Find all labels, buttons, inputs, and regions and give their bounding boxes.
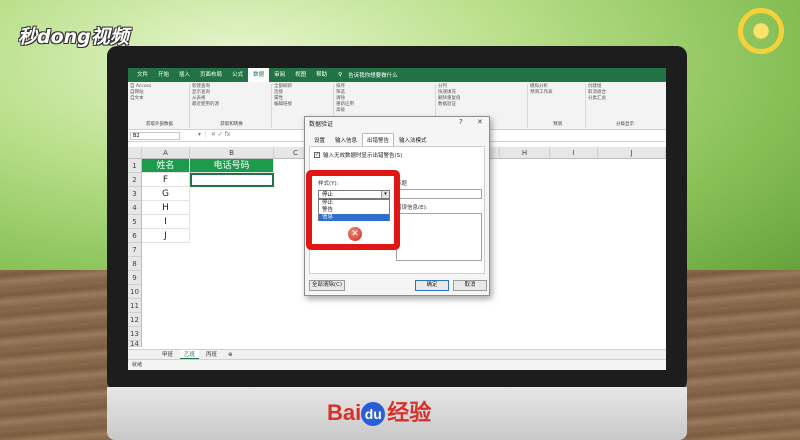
baidu-jingyan-logo: Bai du 经验 <box>327 395 477 431</box>
status-text: 就绪 <box>132 362 143 368</box>
baidu-paw-icon: du <box>361 402 386 427</box>
help-icon[interactable]: ? <box>459 118 463 126</box>
column-header-h[interactable]: H <box>500 147 550 159</box>
show-error-alert-row[interactable]: ✓ 输入无效数据时显示出错警告(S) <box>314 151 402 159</box>
sheet-tab-bar: 甲班 乙班 丙班 ⊕ <box>128 349 666 360</box>
tab-view[interactable]: 视图 <box>290 68 311 82</box>
group-label: 获取外部数据 <box>146 122 173 127</box>
ribbon-item-advanced[interactable]: 高级 <box>336 108 435 114</box>
row-header-13[interactable]: 13 <box>128 327 142 341</box>
group-get-transform: 新建查询 显示查询 从表格 最近使用的源 获取和转换 <box>192 84 272 128</box>
group-label: 获取和转换 <box>220 122 243 127</box>
row-header-2[interactable]: 2 <box>128 173 142 187</box>
column-header-i[interactable]: I <box>550 147 598 159</box>
video-logo: 秒dong视频 <box>18 26 129 48</box>
cell-a2[interactable]: F <box>142 173 190 187</box>
row-header-11[interactable]: 11 <box>128 299 142 313</box>
column-header-a[interactable]: A <box>142 147 190 159</box>
row-header-4[interactable]: 4 <box>128 201 142 215</box>
ribbon-item-forecast-sheet[interactable]: 预测工作表 <box>530 90 585 96</box>
tab-help[interactable]: 帮助 <box>311 68 332 82</box>
name-box[interactable]: B2 <box>130 132 180 140</box>
tab-page-layout[interactable]: 页面布局 <box>195 68 227 82</box>
show-error-alert-label: 输入无效数据时显示出错警告(S) <box>323 153 403 159</box>
row-header-12[interactable]: 12 <box>128 313 142 327</box>
error-message-label: 错误信息(E): <box>396 205 428 211</box>
group-label: 预测 <box>553 122 562 127</box>
tell-me-search[interactable]: 告诉我你想要做什么 <box>348 71 398 79</box>
group-label: 分级显示 <box>616 122 634 127</box>
tab-file[interactable]: 文件 <box>132 68 153 82</box>
baidu-logo-bai: Bai <box>327 400 362 425</box>
cell-a4[interactable]: H <box>142 201 190 215</box>
show-error-alert-checkbox[interactable]: ✓ <box>314 152 320 158</box>
column-header-j[interactable]: J <box>598 147 666 159</box>
group-get-external-data: 自 Access 自网站 自文本 获取外部数据 <box>130 84 190 128</box>
cell-a3[interactable]: G <box>142 187 190 201</box>
row-header-3[interactable]: 3 <box>128 187 142 201</box>
cell-b1[interactable]: 电话号码 <box>190 159 274 173</box>
cell-a5[interactable]: I <box>142 215 190 229</box>
tab-review[interactable]: 审阅 <box>269 68 290 82</box>
lightbulb-icon: ♀ <box>338 72 343 78</box>
baidu-logo-jingyan: 经验 <box>387 400 432 425</box>
row-header-7[interactable]: 7 <box>128 243 142 257</box>
tab-formulas[interactable]: 公式 <box>227 68 248 82</box>
row-header-1[interactable]: 1 <box>128 159 142 173</box>
tab-insert[interactable]: 插入 <box>174 68 195 82</box>
cell-a1[interactable]: 姓名 <box>142 159 190 173</box>
row-header-5[interactable]: 5 <box>128 215 142 229</box>
dialog-tab-error-alert[interactable]: 出错警告 <box>362 133 395 147</box>
clear-all-button[interactable]: 全部清除(C) <box>309 280 345 291</box>
close-icon[interactable]: ✕ <box>477 118 483 126</box>
tab-data[interactable]: 数据 <box>248 68 270 82</box>
select-all-corner[interactable] <box>128 147 142 159</box>
ribbon-item-from-text[interactable]: 自文本 <box>130 96 189 102</box>
tab-home[interactable]: 开始 <box>153 68 174 82</box>
dialog-title: 数据验证 <box>309 121 334 128</box>
ribbon-tab-bar: 文件 开始 插入 页面布局 公式 数据 审阅 视图 帮助 ♀ 告诉我你想要做什么 <box>128 68 666 82</box>
formula-icons[interactable]: ▾ ⋮ ✕ ✓ fx <box>198 131 230 138</box>
dialog-tabs: 设置 输入信息 出错警告 输入法模式 <box>309 133 432 147</box>
cell-a6[interactable]: J <box>142 229 190 243</box>
sun-icon <box>738 8 784 54</box>
row-header-8[interactable]: 8 <box>128 257 142 271</box>
dialog-tab-settings[interactable]: 设置 <box>309 133 330 147</box>
dialog-tab-ime-mode[interactable]: 输入法模式 <box>394 133 432 147</box>
ribbon-item-subtotal[interactable]: 分类汇总 <box>588 96 662 102</box>
ribbon-item-edit-links[interactable]: 编辑链接 <box>274 102 333 108</box>
row-header-14[interactable]: 14 <box>128 341 142 347</box>
title-input[interactable] <box>396 189 482 199</box>
red-highlight-box <box>306 170 400 250</box>
row-header-6[interactable]: 6 <box>128 229 142 243</box>
cell-b2-selected[interactable] <box>190 173 274 187</box>
ribbon-item-data-validation[interactable]: 数据验证 <box>438 102 527 108</box>
cancel-button[interactable]: 取消 <box>453 280 487 291</box>
row-header-10[interactable]: 10 <box>128 285 142 299</box>
error-message-textarea[interactable] <box>396 213 482 261</box>
dialog-tab-input-message[interactable]: 输入信息 <box>330 133 362 147</box>
ribbon-item-recent-sources[interactable]: 最近使用的源 <box>192 102 271 108</box>
ok-button[interactable]: 确定 <box>415 280 449 291</box>
group-forecast: 模拟分析 预测工作表 预测 <box>530 84 586 128</box>
group-outline: 创建组 取消组合 分类汇总 分级显示 <box>588 84 662 128</box>
status-bar: 就绪 <box>128 359 666 370</box>
row-header-9[interactable]: 9 <box>128 271 142 285</box>
column-header-b[interactable]: B <box>190 147 274 159</box>
